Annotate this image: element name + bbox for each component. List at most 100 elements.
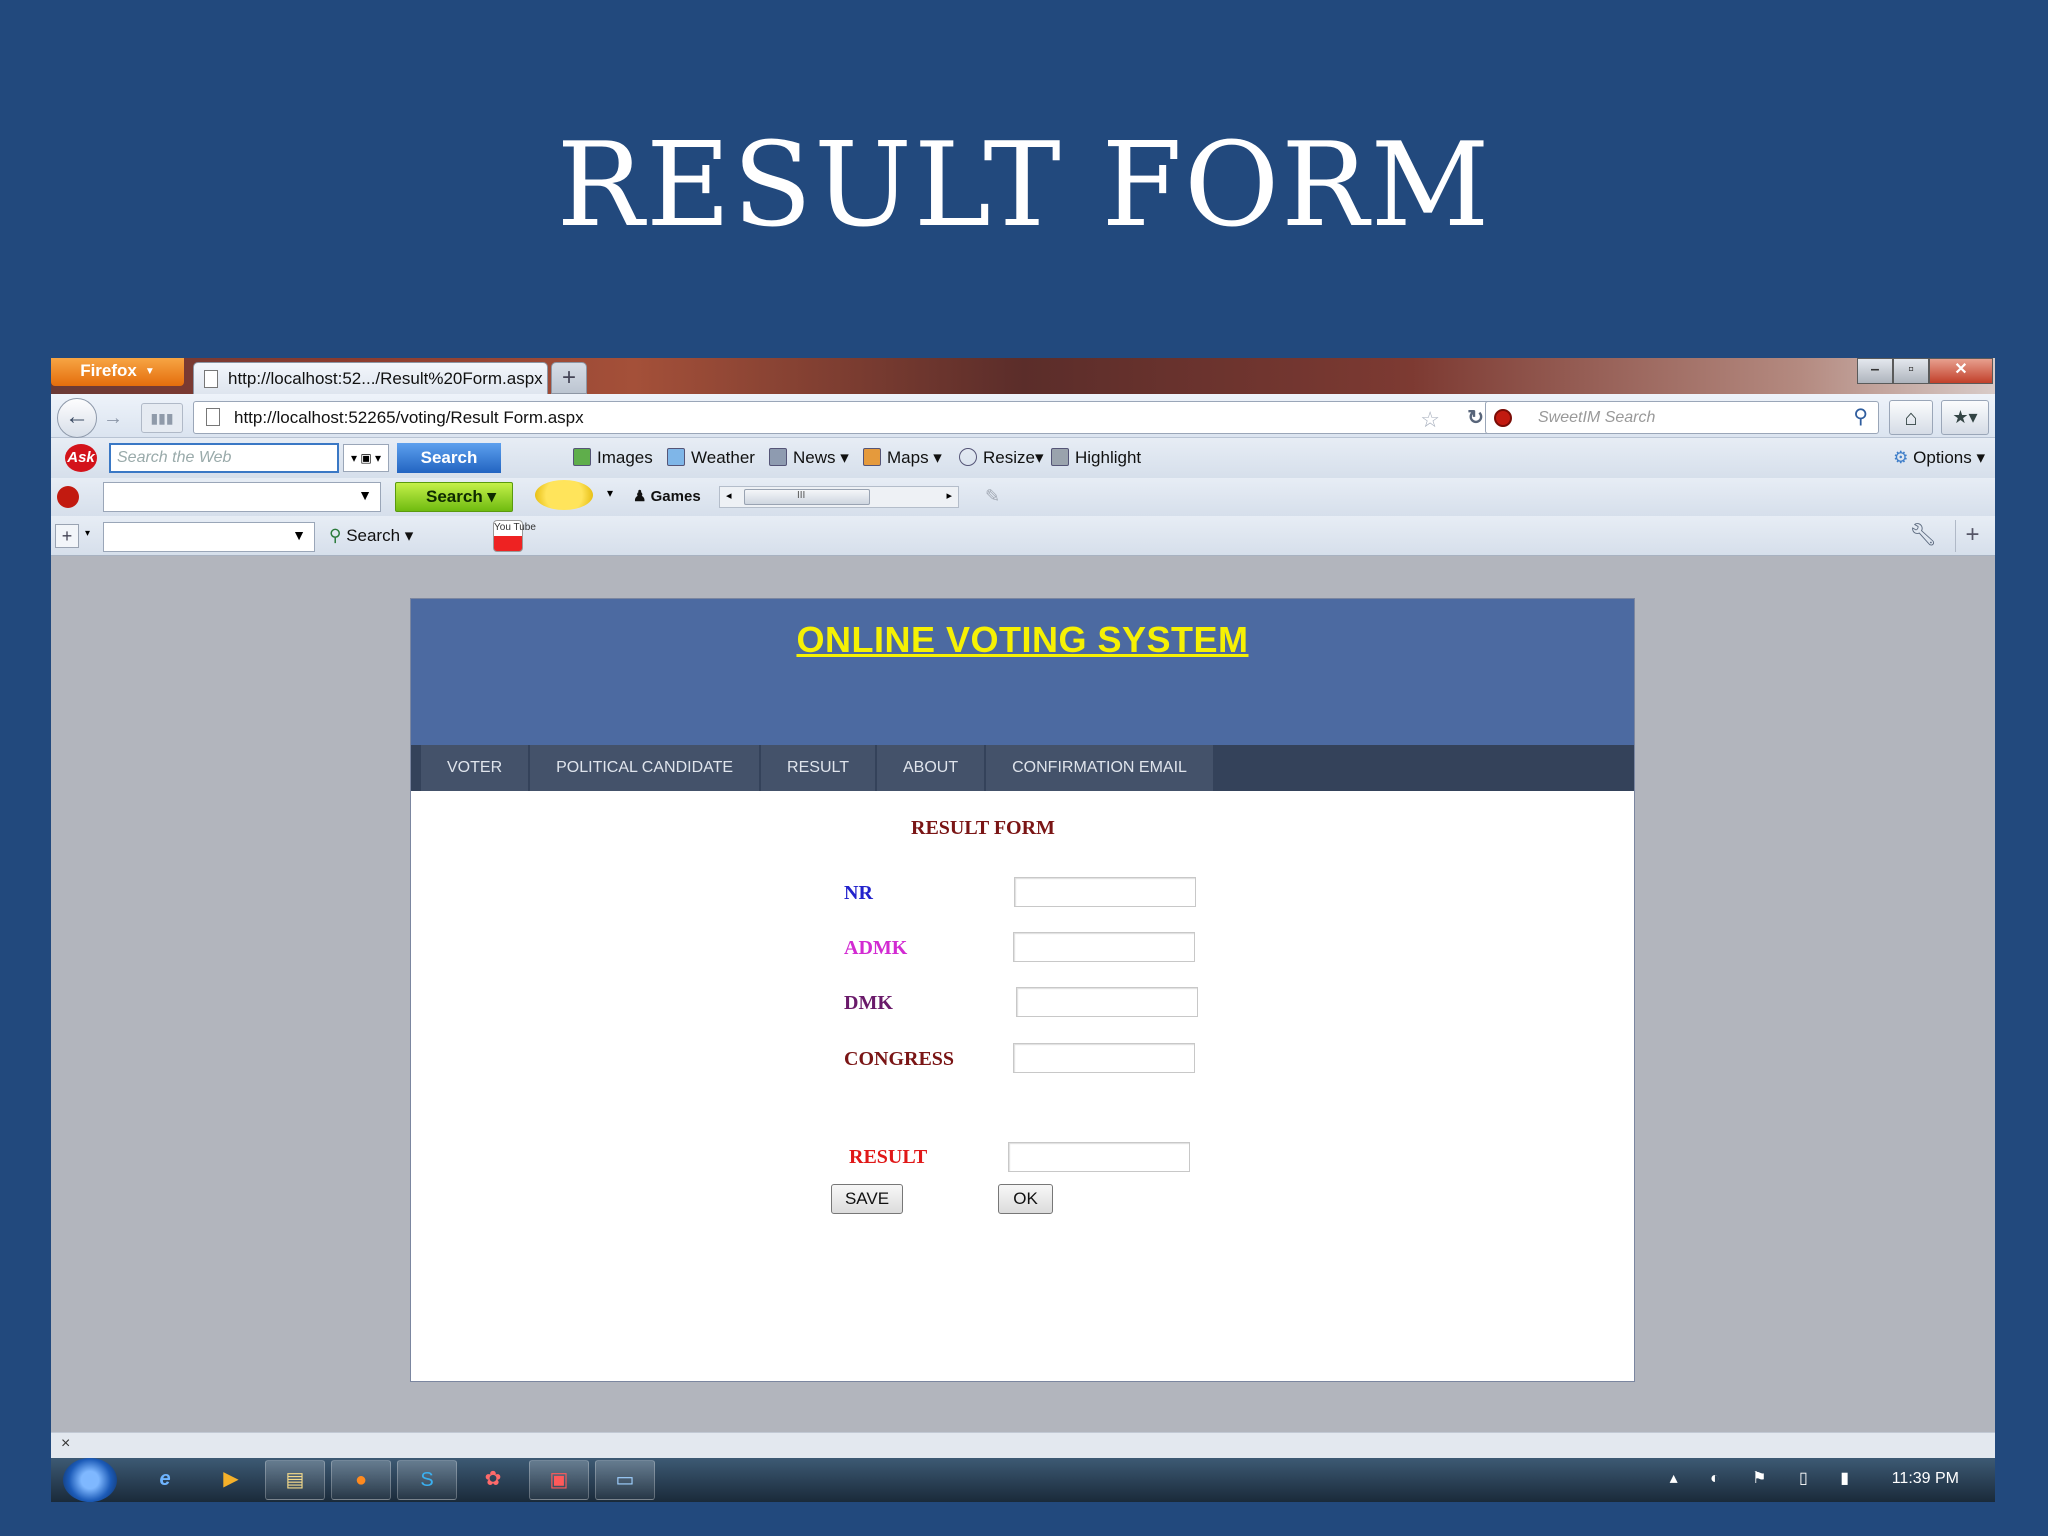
browser-search-input[interactable]: SweetIM Search ⚲	[1485, 401, 1879, 434]
bars-icon[interactable]: ▮▮▮	[141, 403, 183, 433]
youtube-icon[interactable]: You Tube	[493, 520, 536, 552]
search-icon[interactable]: ⚲	[1853, 402, 1868, 433]
toolbar-scrollbar[interactable]: ◂ III ▸	[719, 486, 959, 508]
reload-icon[interactable]: ↻	[1467, 403, 1484, 434]
maps-label: Maps	[887, 448, 929, 467]
ask-search-input[interactable]: Search the Web	[109, 443, 339, 473]
result-input[interactable]	[1008, 1142, 1190, 1172]
scroll-right-icon[interactable]: ▸	[946, 489, 952, 502]
caret-down-icon: ▼	[144, 365, 155, 377]
bookmark-star-icon[interactable]: ☆	[1420, 404, 1440, 435]
new-tab-button[interactable]: +	[551, 362, 587, 394]
scroll-thumb-grip: III	[797, 490, 806, 501]
page-icon	[204, 370, 218, 388]
tab-title: http://localhost:52.../Result%20Form.asp…	[228, 369, 543, 388]
sweetim-logo-icon[interactable]	[57, 486, 79, 508]
congress-input[interactable]	[1013, 1043, 1195, 1073]
system-tray[interactable]: ▴ ◐ ⚑ ▯ ▮	[1670, 1468, 1863, 1488]
games-button[interactable]: ♟ Games	[633, 487, 701, 505]
sweetim-search-input[interactable]: ▼	[103, 482, 381, 512]
firefox-icon[interactable]: ●	[331, 1460, 391, 1500]
navigation-bar: ← → ▮▮▮ http://localhost:52265/voting/Re…	[51, 394, 1995, 438]
browser-screenshot: Firefox ▼ http://localhost:52.../Result%2…	[51, 358, 1995, 1502]
nr-label: NR	[844, 882, 873, 904]
dropdown-arrow-icon: ▼	[358, 487, 372, 503]
images-label: Images	[597, 448, 653, 467]
nr-input[interactable]	[1014, 877, 1196, 907]
weather-icon	[667, 448, 685, 466]
scroll-left-icon[interactable]: ◂	[726, 489, 732, 502]
back-button[interactable]: ←	[57, 398, 97, 438]
firefox-menu-button[interactable]: Firefox ▼	[51, 358, 184, 386]
document-app-icon[interactable]: ▣	[529, 1460, 589, 1500]
pen-icon[interactable]: ✎	[985, 486, 1000, 507]
remote-desktop-icon[interactable]: ▭	[595, 1460, 655, 1500]
dropdown-arrow-icon: ▼	[292, 527, 306, 543]
home-button[interactable]: ⌂	[1889, 400, 1933, 435]
site-menu: VOTER POLITICAL CANDIDATE RESULT ABOUT C…	[411, 745, 1634, 791]
weather-button[interactable]: Weather	[667, 448, 755, 468]
media-player-icon[interactable]: ▶	[201, 1460, 261, 1500]
smiley-icon[interactable]	[535, 480, 593, 510]
weather-label: Weather	[691, 448, 755, 467]
news-icon	[769, 448, 787, 466]
window-titlebar: Firefox ▼ http://localhost:52.../Result%2…	[51, 358, 1995, 396]
menu-item-political-candidate[interactable]: POLITICAL CANDIDATE	[530, 745, 760, 791]
close-addon-bar-icon[interactable]: ×	[61, 1435, 70, 1453]
highlight-button[interactable]: Highlight	[1051, 448, 1141, 468]
menu-item-result[interactable]: RESULT	[761, 745, 875, 791]
highlight-icon	[1051, 448, 1069, 466]
window-controls: – ▫ ✕	[1857, 358, 1993, 384]
start-button[interactable]	[63, 1458, 117, 1502]
slide-title: RESULT FORM	[556, 118, 1492, 253]
toolbar-search-input[interactable]: ▼	[103, 522, 315, 552]
forward-button[interactable]: →	[99, 404, 127, 432]
bookmarks-button[interactable]: ★▾	[1941, 400, 1989, 435]
search-engine-dropdown[interactable]: ▾ ▣ ▾	[343, 444, 389, 472]
options-label: Options	[1913, 448, 1972, 467]
save-button[interactable]: SAVE	[831, 1184, 903, 1214]
ask-search-button[interactable]: Search	[397, 443, 501, 473]
maps-icon	[863, 448, 881, 466]
sweetim-engine-icon[interactable]	[1494, 409, 1512, 427]
resize-button[interactable]: Resize▾	[959, 448, 1044, 468]
dmk-label: DMK	[844, 992, 893, 1014]
toolbar-search-button[interactable]: ⚲ Search ▾	[329, 526, 413, 546]
form-title: RESULT FORM	[911, 817, 1055, 839]
options-button[interactable]: ⚙ Options ▾	[1893, 448, 1985, 468]
dropdown-arrow-icon[interactable]: ▾	[85, 528, 90, 539]
scroll-thumb[interactable]: III	[744, 489, 870, 505]
wrench-icon[interactable]: 🔧︎	[1909, 522, 1937, 548]
resize-icon	[959, 448, 977, 466]
minimize-button[interactable]: –	[1857, 358, 1893, 384]
ask-logo[interactable]: Ask	[65, 444, 97, 472]
close-window-button[interactable]: ✕	[1929, 358, 1993, 384]
web-page: ONLINE VOTING SYSTEM VOTER POLITICAL CAN…	[410, 598, 1635, 1382]
dropdown-arrow-icon[interactable]: ▾	[607, 486, 613, 500]
browser-tab[interactable]: http://localhost:52.../Result%20Form.asp…	[193, 362, 548, 396]
menu-item-confirmation-email[interactable]: CONFIRMATION EMAIL	[986, 745, 1213, 791]
search-placeholder: SweetIM Search	[1538, 409, 1656, 426]
site-header: ONLINE VOTING SYSTEM	[411, 599, 1634, 745]
admk-input[interactable]	[1013, 932, 1195, 962]
maps-button[interactable]: Maps ▾	[863, 448, 942, 468]
add-toolbar-button[interactable]: +	[1955, 520, 1989, 552]
menu-item-about[interactable]: ABOUT	[876, 745, 985, 791]
file-explorer-icon[interactable]: ▤	[265, 1460, 325, 1500]
images-button[interactable]: Images	[573, 448, 653, 468]
news-button[interactable]: News ▾	[769, 448, 849, 468]
url-bar[interactable]: http://localhost:52265/voting/Result For…	[193, 401, 1493, 434]
skype-icon[interactable]: S	[397, 1460, 457, 1500]
add-button[interactable]: +	[55, 524, 79, 548]
menu-item-voter[interactable]: VOTER	[421, 745, 529, 791]
maximize-button[interactable]: ▫	[1893, 358, 1929, 384]
app-icon[interactable]: ✿	[463, 1460, 523, 1500]
internet-explorer-icon[interactable]: e	[135, 1460, 195, 1500]
sweetim-search-button[interactable]: Search ▾	[395, 482, 513, 512]
site-title: ONLINE VOTING SYSTEM	[796, 619, 1249, 660]
congress-label: CONGRESS	[844, 1048, 955, 1070]
news-label: News	[793, 448, 836, 467]
ok-button[interactable]: OK	[998, 1184, 1053, 1214]
windows-taskbar: e ▶ ▤ ● S ✿ ▣ ▭ ▴ ◐ ⚑ ▯ ▮ 11:39 PM	[51, 1458, 1995, 1502]
dmk-input[interactable]	[1016, 987, 1198, 1017]
